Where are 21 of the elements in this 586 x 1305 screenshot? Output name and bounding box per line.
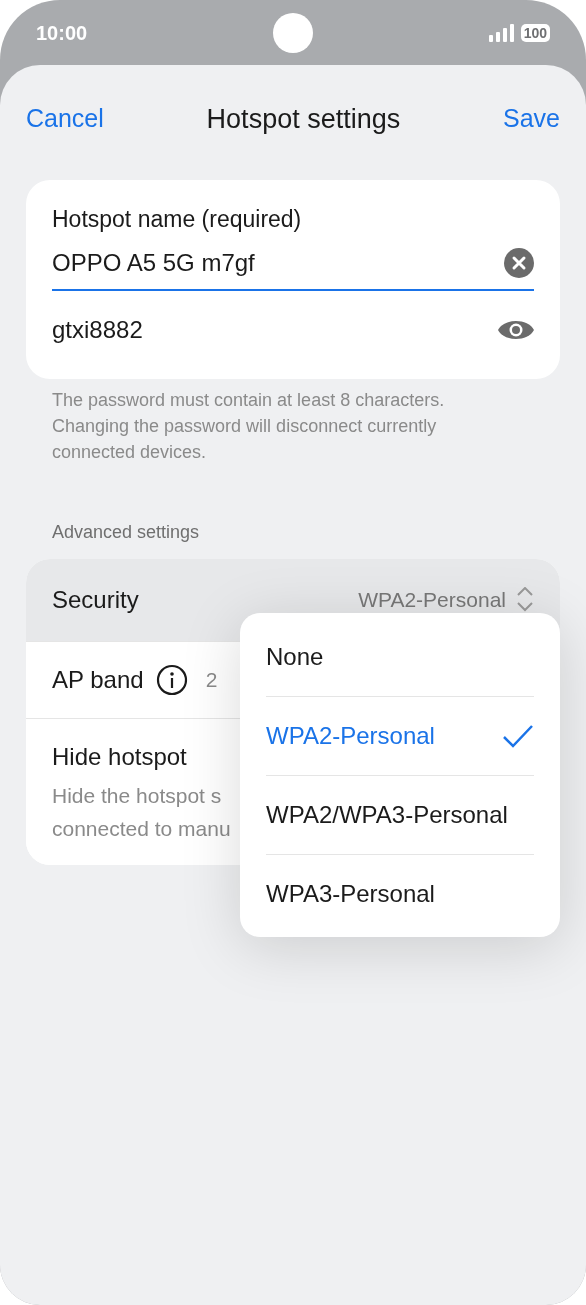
chevron-up-down-icon (516, 586, 534, 613)
password-hint: The password must contain at least 8 characters. Changing the password will disconnect currently connected devices. (52, 388, 446, 464)
section-title: Advanced settings (52, 520, 201, 544)
clear-icon[interactable] (504, 247, 534, 278)
screen-title: Hotspot settings (206, 102, 401, 136)
dropdown-option[interactable]: WPA3-Personal (266, 854, 534, 933)
signal-icon (488, 23, 515, 42)
cancel-button[interactable]: Cancel (26, 100, 104, 138)
row-value: 2 (205, 666, 218, 693)
hotspot-name-label: Hotspot name (required) (52, 205, 303, 234)
row-label: Hide hotspot (52, 741, 188, 772)
status-time: 10:00 (36, 20, 88, 46)
dropdown-option[interactable]: WPA2-Personal (266, 696, 534, 775)
check-icon (502, 724, 534, 748)
password-field[interactable]: gtxi8882 (52, 290, 534, 369)
row-description: Hide the hotspot s connected to manu (52, 782, 231, 842)
row-label: AP band (52, 664, 144, 695)
dropdown-option[interactable]: WPA2/WPA3-Personal (266, 775, 534, 854)
hotspot-name-field[interactable]: OPPO A5 5G m7gf (52, 236, 534, 291)
info-icon[interactable] (155, 663, 188, 696)
save-button[interactable]: Save (503, 100, 560, 138)
